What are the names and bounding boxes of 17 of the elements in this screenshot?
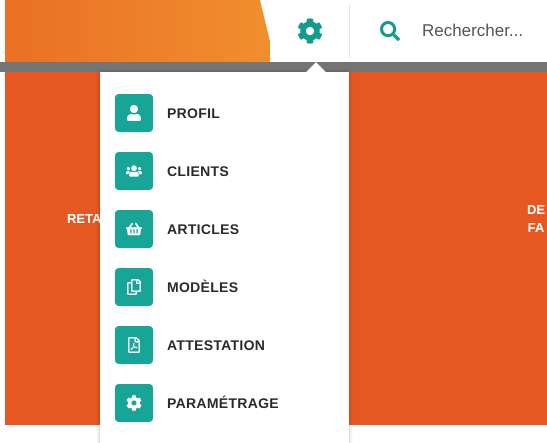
basket-icon <box>126 221 142 237</box>
tile-label: DE FA <box>526 200 545 236</box>
tile-label: RETA <box>67 210 102 228</box>
gear-icon <box>126 395 142 411</box>
menu-item[interactable]: PROFIL <box>115 94 349 132</box>
menu-item[interactable]: ARTICLES <box>115 210 349 248</box>
menu-item[interactable]: CLIENTS <box>115 152 349 190</box>
menu-item[interactable]: PARAMÉTRAGE <box>115 384 349 422</box>
menu-item[interactable]: MODÈLES <box>115 268 349 306</box>
search-field[interactable]: Rechercher... <box>422 18 547 44</box>
pdf-file-icon <box>126 337 142 353</box>
settings-icon[interactable] <box>296 18 323 44</box>
user-icon <box>126 105 142 121</box>
users-icon <box>126 163 142 179</box>
menu-item[interactable]: ATTESTATION <box>115 326 349 364</box>
copy-icon <box>126 279 142 295</box>
search-icon[interactable] <box>380 21 400 41</box>
